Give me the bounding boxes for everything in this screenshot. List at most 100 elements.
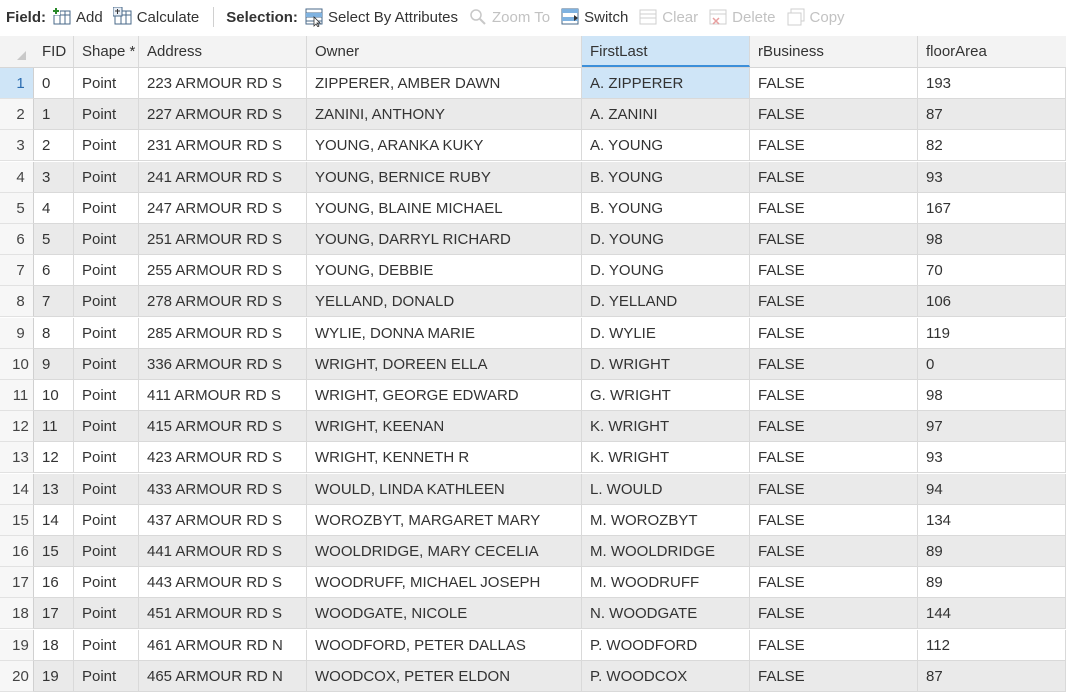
cell-owner[interactable]: WOROZBYT, MARGARET MARY bbox=[307, 504, 582, 536]
cell-firstlast[interactable]: A. YOUNG bbox=[582, 130, 750, 162]
table-row[interactable]: 2 1 Point 227 ARMOUR RD S ZANINI, ANTHONY A. … bbox=[0, 99, 1066, 131]
cell-shape[interactable]: Point bbox=[74, 411, 139, 443]
cell-address[interactable]: 247 ARMOUR RD S bbox=[139, 192, 307, 224]
cell-fid[interactable]: 1 bbox=[34, 99, 74, 131]
cell-floorarea[interactable]: 87 bbox=[918, 99, 1066, 131]
row-number[interactable]: 2 bbox=[0, 99, 34, 131]
cell-address[interactable]: 411 ARMOUR RD S bbox=[139, 380, 307, 411]
cell-rbusiness[interactable]: FALSE bbox=[750, 504, 918, 536]
row-number[interactable]: 16 bbox=[0, 536, 34, 567]
cell-rbusiness[interactable]: FALSE bbox=[750, 161, 918, 193]
cell-floorarea[interactable]: 167 bbox=[918, 192, 1066, 224]
table-row[interactable]: 5 4 Point 247 ARMOUR RD S YOUNG, BLAINE MICH… bbox=[0, 192, 1066, 224]
cell-fid[interactable]: 16 bbox=[34, 567, 74, 599]
table-row[interactable]: 10 9 Point 336 ARMOUR RD S WRIGHT, DOREEN EL… bbox=[0, 348, 1066, 380]
column-header-fid[interactable]: FID bbox=[34, 36, 74, 67]
cell-owner[interactable]: WRIGHT, KEENAN bbox=[307, 411, 582, 443]
cell-rbusiness[interactable]: FALSE bbox=[750, 99, 918, 131]
cell-fid[interactable]: 13 bbox=[34, 473, 74, 505]
cell-fid[interactable]: 14 bbox=[34, 504, 74, 536]
cell-floorarea[interactable]: 89 bbox=[918, 536, 1066, 567]
cell-rbusiness[interactable]: FALSE bbox=[750, 255, 918, 287]
row-number[interactable]: 3 bbox=[0, 130, 34, 162]
table-row[interactable]: 20 19 Point 465 ARMOUR RD N WOODCOX, PETER E… bbox=[0, 660, 1066, 692]
cell-fid[interactable]: 5 bbox=[34, 224, 74, 255]
cell-fid[interactable]: 9 bbox=[34, 348, 74, 380]
cell-rbusiness[interactable]: FALSE bbox=[750, 192, 918, 224]
cell-floorarea[interactable]: 97 bbox=[918, 411, 1066, 443]
row-number[interactable]: 7 bbox=[0, 255, 34, 287]
row-number[interactable]: 15 bbox=[0, 504, 34, 536]
table-row[interactable]: 12 11 Point 415 ARMOUR RD S WRIGHT, KEENAN K.… bbox=[0, 411, 1066, 443]
cell-floorarea[interactable]: 144 bbox=[918, 598, 1066, 630]
row-number[interactable]: 13 bbox=[0, 442, 34, 474]
cell-address[interactable]: 437 ARMOUR RD S bbox=[139, 504, 307, 536]
cell-shape[interactable]: Point bbox=[74, 660, 139, 692]
cell-owner[interactable]: YOUNG, BERNICE RUBY bbox=[307, 161, 582, 193]
row-number[interactable]: 9 bbox=[0, 317, 34, 349]
row-number[interactable]: 11 bbox=[0, 380, 34, 411]
cell-rbusiness[interactable]: FALSE bbox=[750, 224, 918, 255]
calculate-field-button[interactable]: Calculate bbox=[112, 6, 199, 27]
cell-firstlast[interactable]: K. WRIGHT bbox=[582, 442, 750, 474]
cell-floorarea[interactable]: 0 bbox=[918, 348, 1066, 380]
cell-firstlast[interactable]: L. WOULD bbox=[582, 473, 750, 505]
cell-fid[interactable]: 8 bbox=[34, 317, 74, 349]
cell-rbusiness[interactable]: FALSE bbox=[750, 629, 918, 661]
cell-address[interactable]: 278 ARMOUR RD S bbox=[139, 286, 307, 318]
cell-owner[interactable]: WOODCOX, PETER ELDON bbox=[307, 660, 582, 692]
delete-selection-button[interactable]: Delete bbox=[708, 7, 776, 27]
column-header-floorarea[interactable]: floorArea bbox=[918, 36, 1066, 67]
cell-firstlast[interactable]: D. WRIGHT bbox=[582, 348, 750, 380]
table-row[interactable]: 18 17 Point 451 ARMOUR RD S WOODGATE, NICOLE… bbox=[0, 598, 1066, 630]
cell-address[interactable]: 241 ARMOUR RD S bbox=[139, 161, 307, 193]
cell-address[interactable]: 255 ARMOUR RD S bbox=[139, 255, 307, 287]
cell-rbusiness[interactable]: FALSE bbox=[750, 473, 918, 505]
cell-firstlast[interactable]: M. WOROZBYT bbox=[582, 504, 750, 536]
cell-floorarea[interactable]: 98 bbox=[918, 224, 1066, 255]
cell-shape[interactable]: Point bbox=[74, 598, 139, 630]
cell-fid[interactable]: 7 bbox=[34, 286, 74, 318]
cell-rbusiness[interactable]: FALSE bbox=[750, 130, 918, 162]
cell-shape[interactable]: Point bbox=[74, 504, 139, 536]
cell-address[interactable]: 423 ARMOUR RD S bbox=[139, 442, 307, 474]
cell-fid[interactable]: 15 bbox=[34, 536, 74, 567]
column-header-address[interactable]: Address bbox=[139, 36, 307, 67]
row-number[interactable]: 1 bbox=[0, 68, 34, 99]
table-row[interactable]: 8 7 Point 278 ARMOUR RD S YELLAND, DONALD D. … bbox=[0, 286, 1066, 318]
cell-shape[interactable]: Point bbox=[74, 192, 139, 224]
row-number[interactable]: 6 bbox=[0, 224, 34, 255]
row-number[interactable]: 12 bbox=[0, 411, 34, 443]
cell-shape[interactable]: Point bbox=[74, 224, 139, 255]
cell-fid[interactable]: 2 bbox=[34, 130, 74, 162]
row-number[interactable]: 10 bbox=[0, 348, 34, 380]
cell-floorarea[interactable]: 134 bbox=[918, 504, 1066, 536]
cell-fid[interactable]: 12 bbox=[34, 442, 74, 474]
row-number[interactable]: 18 bbox=[0, 598, 34, 630]
cell-rbusiness[interactable]: FALSE bbox=[750, 442, 918, 474]
cell-fid[interactable]: 0 bbox=[34, 68, 74, 99]
table-row[interactable]: 13 12 Point 423 ARMOUR RD S WRIGHT, KENNETH … bbox=[0, 442, 1066, 474]
cell-floorarea[interactable]: 98 bbox=[918, 380, 1066, 411]
cell-floorarea[interactable]: 70 bbox=[918, 255, 1066, 287]
table-row[interactable]: 17 16 Point 443 ARMOUR RD S WOODRUFF, MICHAE… bbox=[0, 567, 1066, 599]
copy-selection-button[interactable]: Copy bbox=[786, 7, 845, 27]
cell-shape[interactable]: Point bbox=[74, 68, 139, 99]
cell-firstlast[interactable]: N. WOODGATE bbox=[582, 598, 750, 630]
cell-floorarea[interactable]: 87 bbox=[918, 660, 1066, 692]
add-field-button[interactable]: Add bbox=[52, 7, 103, 27]
cell-firstlast[interactable]: D. YOUNG bbox=[582, 224, 750, 255]
table-row[interactable]: 9 8 Point 285 ARMOUR RD S WYLIE, DONNA MARIE… bbox=[0, 317, 1066, 349]
cell-shape[interactable]: Point bbox=[74, 442, 139, 474]
table-row[interactable]: 11 10 Point 411 ARMOUR RD S WRIGHT, GEORGE E… bbox=[0, 380, 1066, 411]
row-number[interactable]: 19 bbox=[0, 629, 34, 661]
cell-fid[interactable]: 19 bbox=[34, 660, 74, 692]
cell-fid[interactable]: 3 bbox=[34, 161, 74, 193]
cell-address[interactable]: 336 ARMOUR RD S bbox=[139, 348, 307, 380]
cell-shape[interactable]: Point bbox=[74, 473, 139, 505]
cell-owner[interactable]: WYLIE, DONNA MARIE bbox=[307, 317, 582, 349]
table-row[interactable]: 4 3 Point 241 ARMOUR RD S YOUNG, BERNICE RUB… bbox=[0, 161, 1066, 193]
cell-address[interactable]: 461 ARMOUR RD N bbox=[139, 629, 307, 661]
cell-firstlast[interactable]: P. WOODCOX bbox=[582, 660, 750, 692]
cell-floorarea[interactable]: 93 bbox=[918, 442, 1066, 474]
